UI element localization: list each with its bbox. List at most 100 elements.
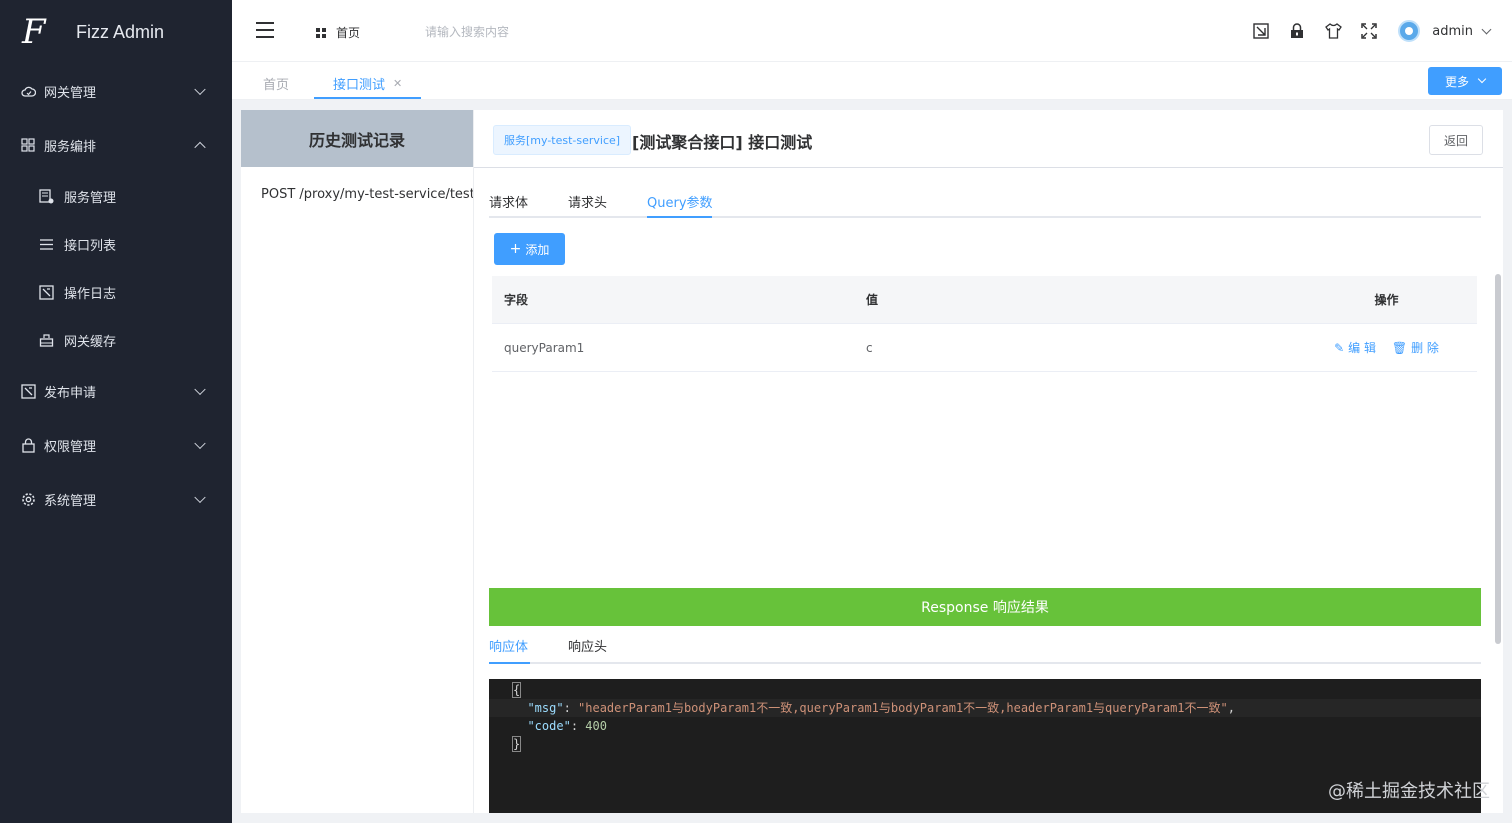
trash-icon: 🗑 xyxy=(1391,340,1408,355)
chevron-down-icon xyxy=(194,83,206,96)
logo-icon: F xyxy=(22,12,46,52)
tab-query-params[interactable]: Query参数 xyxy=(647,192,713,211)
tab-api-test[interactable]: 接口测试 xyxy=(333,74,385,93)
column-header-field: 字段 xyxy=(504,293,529,307)
lock-icon[interactable] xyxy=(1288,22,1306,40)
chevron-down-icon xyxy=(194,437,206,450)
publish-icon xyxy=(20,383,36,399)
cloud-icon xyxy=(20,83,36,99)
json-key: "msg" xyxy=(527,701,564,715)
avatar[interactable] xyxy=(1398,20,1421,42)
sidebar-subitem-gateway-cache[interactable]: 网关缓存 xyxy=(0,316,232,364)
app-logo[interactable]: F Fizz Admin xyxy=(0,0,232,64)
add-button-label: 添加 xyxy=(525,242,550,257)
dashboard-icon xyxy=(316,27,326,38)
plus-icon: + xyxy=(509,241,522,257)
code-line: "msg": "headerParam1与bodyParam1不一致,query… xyxy=(489,699,1481,717)
chevron-down-icon[interactable] xyxy=(1481,24,1492,34)
cell-actions: ✎ 编 辑 🗑 删 除 xyxy=(1296,339,1477,356)
chevron-down-icon xyxy=(194,491,206,504)
sidebar-subitem-api-list[interactable]: 接口列表 xyxy=(0,220,232,268)
chevron-up-icon xyxy=(194,141,206,154)
add-param-button[interactable]: + 添加 xyxy=(494,233,565,265)
back-button[interactable]: 返回 xyxy=(1429,125,1483,155)
column-header-value: 值 xyxy=(866,293,879,307)
json-string-value: "headerParam1与bodyParam1不一致,queryParam1与… xyxy=(578,701,1228,715)
user-name[interactable]: admin xyxy=(1432,24,1473,39)
active-tab-indicator xyxy=(489,662,530,664)
query-params-table: 字段 值 操作 queryParam1 c ✎ 编 辑 🗑 删 除 xyxy=(492,276,1477,372)
history-panel: 历史测试记录 POST /proxy/my-test-service/test-… xyxy=(241,110,473,813)
request-tabs: 请求体 请求头 Query参数 xyxy=(489,190,1481,218)
search-input[interactable]: 请输入搜索内容 xyxy=(425,23,509,40)
grid-icon xyxy=(20,137,36,153)
tabs-bar: 首页 接口测试 ✕ 更多 xyxy=(232,62,1512,100)
fullscreen-icon[interactable] xyxy=(1360,22,1378,40)
lock-icon xyxy=(20,437,36,453)
code-line: } xyxy=(511,736,522,752)
sidebar-item-gateway[interactable]: 网关管理 xyxy=(0,64,232,118)
gear-icon xyxy=(20,491,36,507)
tab-home[interactable]: 首页 xyxy=(263,74,289,93)
code-line: { xyxy=(511,682,522,698)
sidebar: F Fizz Admin 网关管理 服务编排 服务管理 接口列表 操作日志 网关… xyxy=(0,0,232,823)
sidebar-item-label: 系统管理 xyxy=(44,493,97,509)
table-row: queryParam1 c ✎ 编 辑 🗑 删 除 xyxy=(492,324,1477,372)
table-header-row: 字段 值 操作 xyxy=(492,276,1477,324)
sidebar-item-label: 操作日志 xyxy=(64,286,117,302)
sidebar-item-permission[interactable]: 权限管理 xyxy=(0,418,232,472)
tab-response-body[interactable]: 响应体 xyxy=(489,636,528,655)
sidebar-item-publish[interactable]: 发布申请 xyxy=(0,364,232,418)
cell-field: queryParam1 xyxy=(504,340,585,355)
sidebar-item-label: 权限管理 xyxy=(44,439,97,455)
chevron-down-icon xyxy=(194,383,206,396)
history-title: 历史测试记录 xyxy=(241,110,473,167)
delete-button[interactable]: 🗑 删 除 xyxy=(1392,339,1439,356)
menu-toggle-icon[interactable] xyxy=(256,22,276,38)
breadcrumb-label: 首页 xyxy=(336,26,361,40)
log-icon xyxy=(38,284,54,300)
sidebar-item-label: 发布申请 xyxy=(44,385,97,401)
watermark: @稀土掘金技术社区 xyxy=(1328,781,1490,802)
delete-label: 删 除 xyxy=(1411,341,1439,355)
edit-icon: ✎ xyxy=(1334,340,1345,355)
code-line: "code": 400 xyxy=(527,719,607,733)
tab-response-headers[interactable]: 响应头 xyxy=(568,636,607,655)
json-number-value: 400 xyxy=(585,719,607,733)
sidebar-item-service-orchestration[interactable]: 服务编排 xyxy=(0,118,232,172)
sidebar-item-label: 服务管理 xyxy=(64,190,117,206)
main-header: 服务[my-test-service] [测试聚合接口] 接口测试 返回 xyxy=(474,110,1503,168)
list-icon xyxy=(38,236,54,252)
service-tag: 服务[my-test-service] xyxy=(493,125,632,155)
sidebar-subitem-service-management[interactable]: 服务管理 xyxy=(0,172,232,220)
scrollbar-thumb[interactable] xyxy=(1495,274,1501,644)
response-title-bar: Response 响应结果 xyxy=(489,588,1481,626)
active-tab-indicator xyxy=(647,216,712,218)
header-actions: admin xyxy=(1252,0,1512,62)
sidebar-item-label: 服务编排 xyxy=(44,139,97,155)
scrollbar[interactable] xyxy=(1493,110,1503,813)
close-icon[interactable]: ✕ xyxy=(393,77,402,90)
edit-button[interactable]: ✎ 编 辑 xyxy=(1334,339,1376,356)
sidebar-item-system[interactable]: 系统管理 xyxy=(0,472,232,526)
server-icon xyxy=(38,188,54,204)
response-tabs: 响应体 响应头 xyxy=(489,635,1481,664)
tab-request-headers[interactable]: 请求头 xyxy=(568,192,607,211)
breadcrumb-home[interactable]: 首页 xyxy=(316,24,360,41)
tab-request-body[interactable]: 请求体 xyxy=(489,192,528,211)
json-key: "code" xyxy=(527,719,571,733)
theme-shirt-icon[interactable] xyxy=(1324,22,1342,40)
sidebar-item-label: 接口列表 xyxy=(64,238,117,254)
screenshot-icon[interactable] xyxy=(1252,22,1270,40)
sidebar-item-label: 网关管理 xyxy=(44,85,97,101)
active-tab-indicator xyxy=(314,97,421,99)
cache-icon xyxy=(38,332,54,348)
column-header-actions: 操作 xyxy=(1374,293,1399,307)
history-item[interactable]: POST /proxy/my-test-service/test-a xyxy=(241,167,473,202)
more-button-label: 更多 xyxy=(1444,74,1469,89)
top-header: 首页 请输入搜索内容 admin xyxy=(232,0,1512,62)
page-title: [测试聚合接口] 接口测试 xyxy=(632,133,813,152)
sidebar-subitem-operation-log[interactable]: 操作日志 xyxy=(0,268,232,316)
more-button[interactable]: 更多 xyxy=(1428,67,1502,95)
edit-label: 编 辑 xyxy=(1348,341,1376,355)
